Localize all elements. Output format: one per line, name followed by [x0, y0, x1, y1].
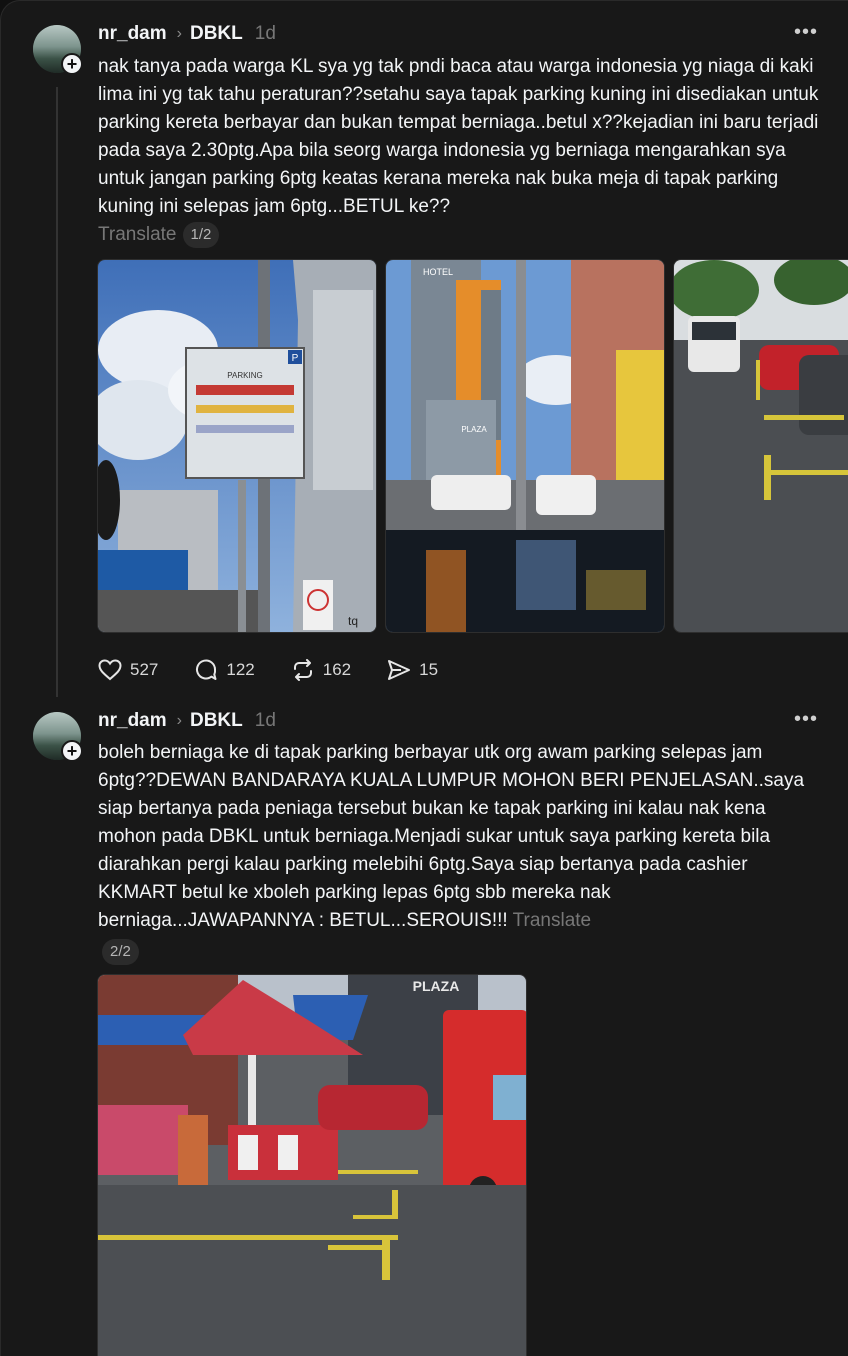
- post-time: 1d: [254, 23, 276, 44]
- share-button[interactable]: 15: [387, 659, 438, 681]
- topic-tag[interactable]: DBKL: [190, 23, 243, 45]
- username[interactable]: nr_dam: [98, 23, 167, 45]
- post-text-content: nak tanya pada warga KL sya yg tak pndi …: [98, 56, 819, 217]
- post-actions: 527 122 162 15: [98, 658, 438, 682]
- post-photo-3[interactable]: [673, 259, 848, 633]
- parking-sign-p: P: [292, 353, 299, 364]
- chevron-right-icon: ›: [176, 25, 182, 42]
- share-count: 15: [419, 660, 439, 679]
- page-indicator: 2/2: [102, 939, 139, 965]
- reply-button[interactable]: 122: [194, 658, 255, 682]
- like-button[interactable]: 527: [98, 659, 158, 681]
- hotel-sign: HOTEL: [423, 267, 453, 277]
- plaza-big-sign: PLAZA: [413, 978, 460, 994]
- post-photo-1[interactable]: P PARKING tq: [97, 259, 377, 633]
- post-photo-2[interactable]: HOTEL PLAZA: [385, 259, 665, 633]
- username[interactable]: nr_dam: [98, 710, 167, 732]
- more-icon[interactable]: •••: [794, 708, 818, 731]
- post-photo-4[interactable]: PLAZA: [97, 974, 527, 1356]
- repost-count: 162: [322, 660, 352, 679]
- translate-link[interactable]: Translate: [98, 224, 177, 245]
- chevron-right-icon: ›: [176, 712, 182, 729]
- translate-link[interactable]: Translate: [513, 910, 592, 931]
- like-count: 527: [130, 660, 159, 679]
- more-icon[interactable]: •••: [794, 21, 818, 44]
- post-text: boleh berniaga ke di tapak parking berba…: [98, 739, 823, 966]
- post-text-content: boleh berniaga ke di tapak parking berba…: [98, 742, 805, 931]
- plaza-sign: PLAZA: [461, 425, 487, 434]
- avatar[interactable]: +: [33, 712, 83, 762]
- reply-count: 122: [226, 660, 255, 679]
- sign-title: PARKING: [227, 371, 262, 380]
- post-text: nak tanya pada warga KL sya yg tak pndi …: [98, 53, 823, 249]
- thread-card: + nr_dam › DBKL 1d ••• nak tanya pada wa…: [0, 0, 848, 1356]
- sign-tq: tq: [348, 614, 358, 628]
- post-header: nr_dam › DBKL 1d: [98, 707, 276, 735]
- avatar[interactable]: +: [33, 25, 83, 75]
- topic-tag[interactable]: DBKL: [190, 710, 243, 732]
- post-time: 1d: [254, 710, 276, 731]
- add-icon[interactable]: +: [61, 740, 83, 762]
- add-icon[interactable]: +: [61, 53, 83, 75]
- comment-icon: [194, 658, 218, 682]
- share-icon: [387, 659, 411, 681]
- thread-connector-line: [56, 87, 58, 697]
- repost-icon: [291, 659, 315, 681]
- repost-button[interactable]: 162: [291, 659, 351, 681]
- post-header: nr_dam › DBKL 1d: [98, 20, 276, 48]
- heart-icon: [98, 659, 122, 681]
- page-indicator: 1/2: [182, 222, 220, 248]
